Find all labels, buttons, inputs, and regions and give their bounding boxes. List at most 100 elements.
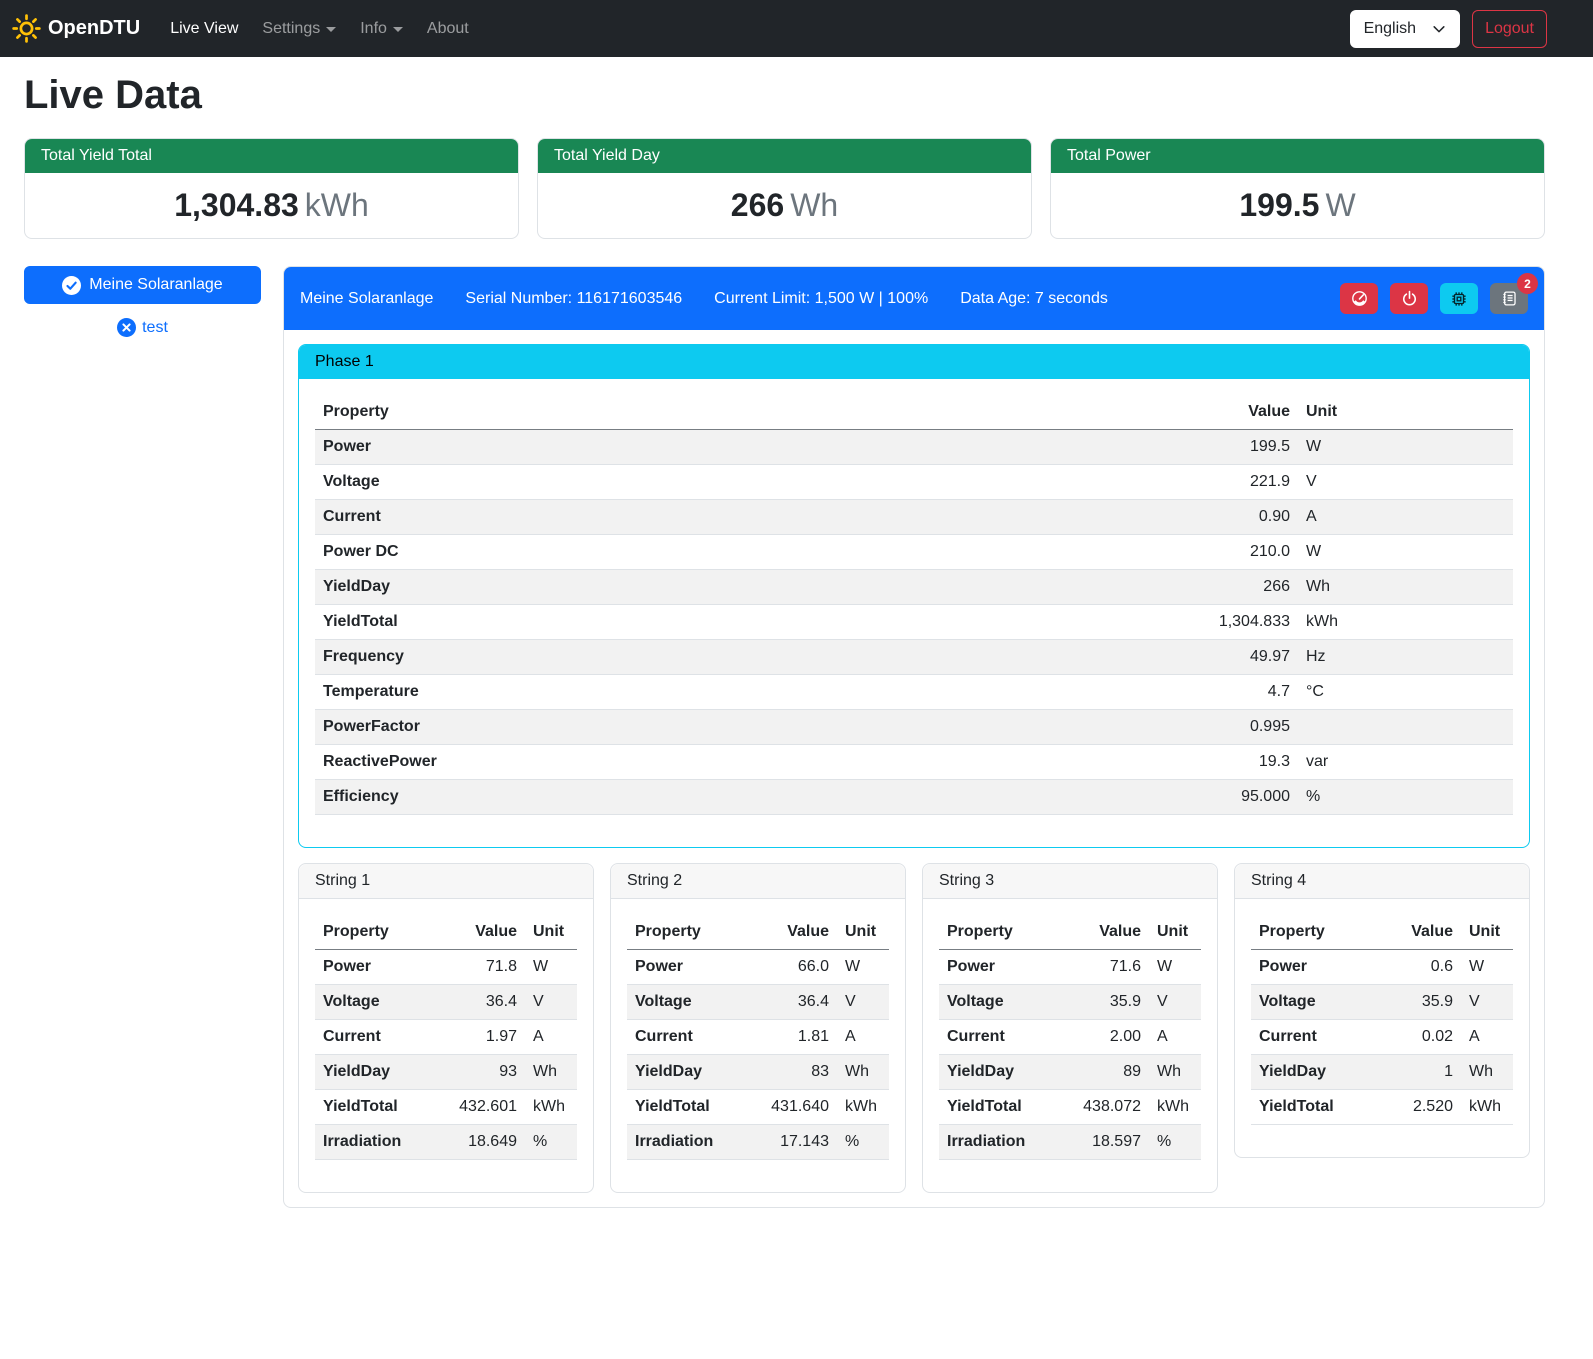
property-cell: YieldDay [315,570,1178,605]
card-unit: W [1325,187,1355,223]
nav-link-live-view[interactable]: Live View [162,12,246,46]
value-cell: 35.9 [1366,985,1461,1020]
language-select[interactable]: English [1350,10,1460,48]
event-log-button[interactable]: 2 [1490,283,1528,314]
unit-cell: Wh [837,1055,889,1090]
device-info-button[interactable] [1440,283,1478,314]
unit-cell: kWh [1149,1090,1201,1125]
table-row: Efficiency 95.000 % [315,780,1513,815]
unit-cell [1298,710,1513,745]
value-cell: 49.97 [1178,640,1298,675]
string-table: Property Value Unit Power [315,915,577,1160]
unit-cell: kWh [1461,1090,1513,1125]
value-cell: 1,304.833 [1178,605,1298,640]
value-cell: 83 [742,1055,837,1090]
unit-cell: V [1149,985,1201,1020]
current-limit: Current Limit: 1,500 W | 100% [714,290,928,308]
logout-button[interactable]: Logout [1472,10,1547,48]
table-row: Temperature 4.7 °C [315,675,1513,710]
property-cell: Irradiation [627,1125,742,1160]
check-circle-icon [62,276,81,295]
property-cell: Temperature [315,675,1178,710]
property-cell: Efficiency [315,780,1178,815]
unit-cell: Wh [1461,1055,1513,1090]
unit-cell: W [837,950,889,985]
property-cell: YieldDay [939,1055,1054,1090]
summary-card-total-power: Total Power 199.5W [1050,138,1545,239]
property-cell: Voltage [627,985,742,1020]
column-value: Value [1366,915,1461,950]
sidebar-inverter-selected[interactable]: Meine Solaranlage [24,266,261,304]
page: Live Data Total Yield Total 1,304.83kWh … [0,73,1593,1222]
property-cell: YieldDay [627,1055,742,1090]
table-row: Current 0.90 A [315,500,1513,535]
column-unit: Unit [1461,915,1513,950]
property-cell: YieldTotal [627,1090,742,1125]
property-cell: YieldDay [315,1055,430,1090]
value-cell: 4.7 [1178,675,1298,710]
table-row: Power 0.6 W [1251,950,1513,985]
property-cell: Power [1251,950,1366,985]
unit-cell: var [1298,745,1513,780]
column-unit: Unit [1298,395,1513,430]
column-unit: Unit [1149,915,1201,950]
card-title: Total Yield Day [538,139,1031,173]
unit-cell: % [1149,1125,1201,1160]
value-cell: 0.995 [1178,710,1298,745]
inverter-card-header: Meine Solaranlage Serial Number: 1161716… [284,267,1544,330]
table-row: YieldTotal 432.601 kWh [315,1090,577,1125]
string-card-3: String 3 Property Value Unit [922,863,1218,1193]
table-row: Power 66.0 W [627,950,889,985]
column-value: Value [1178,395,1298,430]
table-row: Current 0.02 A [1251,1020,1513,1055]
property-cell: Irradiation [315,1125,430,1160]
value-cell: 221.9 [1178,465,1298,500]
unit-cell: A [1149,1020,1201,1055]
value-cell: 95.000 [1178,780,1298,815]
value-cell: 71.6 [1054,950,1149,985]
inverter-name-label: test [142,319,168,337]
summary-card-total-yield-day: Total Yield Day 266Wh [537,138,1032,239]
table-row: YieldDay 93 Wh [315,1055,577,1090]
table-row: Irradiation 17.143 % [627,1125,889,1160]
power-limit-button[interactable] [1340,283,1378,314]
table-row: YieldTotal 431.640 kWh [627,1090,889,1125]
power-toggle-button[interactable] [1390,283,1428,314]
value-cell: 35.9 [1054,985,1149,1020]
property-cell: YieldTotal [315,1090,430,1125]
table-header-row: Property Value Unit [1251,915,1513,950]
table-row: YieldDay 266 Wh [315,570,1513,605]
page-title: Live Data [24,73,1545,118]
property-cell: Current [315,500,1178,535]
table-header-row: Property Value Unit [939,915,1201,950]
cpu-icon [1450,290,1468,308]
property-cell: Current [315,1020,430,1055]
inverter-card: Meine Solaranlage Serial Number: 1161716… [283,266,1545,1208]
table-row: Irradiation 18.649 % [315,1125,577,1160]
property-cell: Power [939,950,1054,985]
chevron-down-icon [1432,22,1446,36]
card-unit: kWh [305,187,369,223]
nav-link-settings[interactable]: Settings [254,12,344,46]
value-cell: 19.3 [1178,745,1298,780]
property-cell: Power [627,950,742,985]
value-cell: 438.072 [1054,1090,1149,1125]
unit-cell: Wh [1298,570,1513,605]
property-cell: Voltage [939,985,1054,1020]
property-cell: YieldTotal [315,605,1178,640]
value-cell: 1.81 [742,1020,837,1055]
property-cell: Frequency [315,640,1178,675]
card-value: 266 [731,187,784,223]
property-cell: YieldDay [1251,1055,1366,1090]
column-property: Property [627,915,742,950]
value-cell: 266 [1178,570,1298,605]
brand[interactable]: OpenDTU [12,14,140,43]
value-cell: 0.02 [1366,1020,1461,1055]
table-header-row: Property Value Unit [315,915,577,950]
unit-cell: °C [1298,675,1513,710]
string-card-1: String 1 Property Value Unit [298,863,594,1193]
nav-link-info[interactable]: Info [352,12,411,46]
sidebar-inverter-test[interactable]: test [24,318,261,337]
nav-link-about[interactable]: About [419,12,477,46]
string-card-2: String 2 Property Value Unit [610,863,906,1193]
